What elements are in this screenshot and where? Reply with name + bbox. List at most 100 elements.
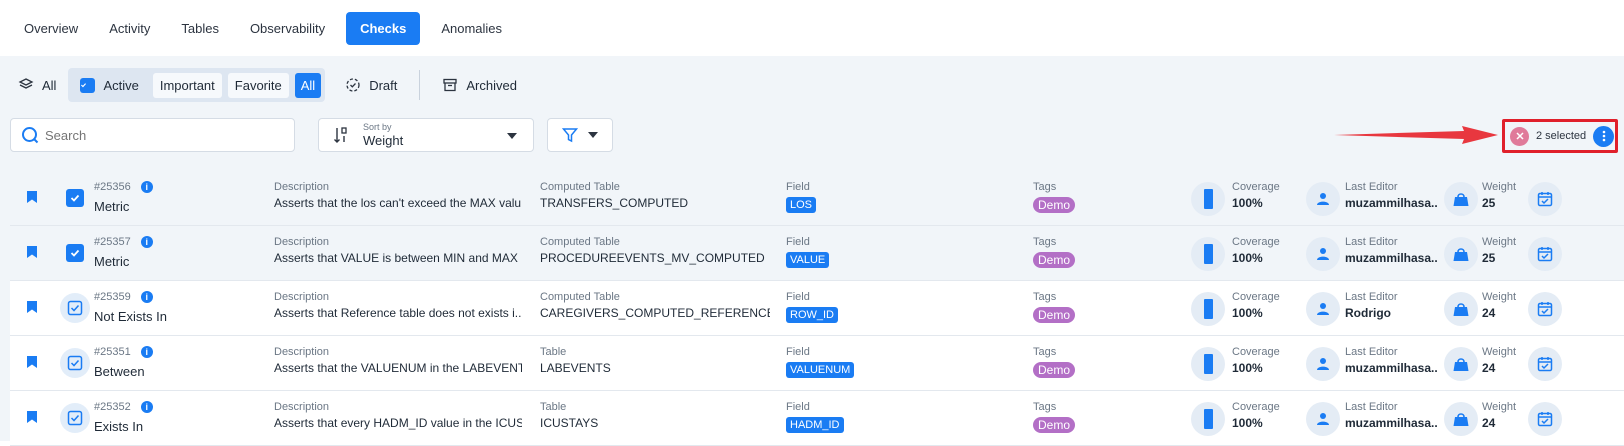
last-editor-label: Last Editor: [1345, 401, 1398, 413]
layers-icon: [18, 78, 34, 89]
weight-label: Weight: [1482, 236, 1517, 248]
row-checkbox[interactable]: [60, 293, 90, 323]
coverage-value: 100%: [1232, 196, 1263, 210]
more-vertical-icon: [1602, 130, 1605, 142]
last-editor-value: muzammilhasa...: [1345, 196, 1437, 210]
row-checkbox[interactable]: [60, 403, 90, 433]
info-icon[interactable]: i: [140, 401, 153, 413]
schedule-icon[interactable]: [1528, 347, 1562, 381]
tag-badge[interactable]: Demo: [1033, 362, 1076, 378]
description-label: Description: [274, 181, 330, 193]
field-label: Field: [786, 401, 810, 413]
field-label: Field: [786, 346, 810, 358]
last-editor-value: muzammilhasa...: [1345, 251, 1437, 265]
row-checkbox[interactable]: [60, 238, 90, 268]
info-icon[interactable]: i: [140, 346, 153, 358]
description-label: Description: [274, 291, 330, 303]
search-icon: [22, 127, 39, 144]
bulk-actions-button[interactable]: [1593, 125, 1615, 147]
schedule-icon[interactable]: [1528, 237, 1562, 271]
chevron-down-icon: [507, 133, 517, 139]
tag-badge[interactable]: Demo: [1033, 417, 1076, 433]
filter-all[interactable]: All: [10, 70, 64, 100]
weight-label: Weight: [1482, 181, 1517, 193]
tags-label: Tags: [1033, 346, 1057, 358]
weight-label: Weight: [1482, 401, 1517, 413]
tag-badge[interactable]: Demo: [1033, 197, 1076, 213]
tab-observability[interactable]: Observability: [240, 13, 335, 44]
coverage-icon: [1191, 292, 1225, 326]
check-square-icon: [67, 410, 83, 426]
selection-count: 2 selected: [1536, 130, 1587, 142]
tag-badge[interactable]: Demo: [1033, 252, 1076, 268]
description-label: Description: [274, 401, 330, 413]
bookmark-icon[interactable]: [27, 411, 37, 423]
check-row[interactable]: #25356 i Metric Description Asserts that …: [10, 171, 1624, 226]
coverage-icon: [1191, 237, 1225, 271]
tab-activity[interactable]: Activity: [99, 13, 160, 44]
table-name: TRANSFERS_COMPUTED: [540, 196, 689, 210]
clear-selection-button[interactable]: [1510, 126, 1529, 146]
coverage-label: Coverage: [1232, 346, 1280, 358]
row-checkbox[interactable]: [60, 183, 90, 213]
check-type: Metric: [94, 254, 130, 269]
check-row[interactable]: #25352 i Exists In Description Asserts th…: [10, 391, 1624, 446]
tag-badge[interactable]: Demo: [1033, 307, 1076, 323]
schedule-icon[interactable]: [1528, 292, 1562, 326]
filter-draft-label: Draft: [369, 77, 398, 93]
checks-list: #25356 i Metric Description Asserts that …: [10, 171, 1624, 446]
checkbox-checked-icon: [66, 189, 84, 207]
weight-value: 24: [1482, 361, 1496, 375]
tab-overview[interactable]: Overview: [14, 13, 88, 44]
filter-important[interactable]: Important: [152, 72, 222, 98]
tab-tables[interactable]: Tables: [171, 13, 229, 44]
bookmark-icon[interactable]: [27, 301, 37, 313]
sort-value: Weight: [363, 133, 404, 148]
last-editor-value: muzammilhasa...: [1345, 361, 1437, 375]
check-row[interactable]: #25357 i Metric Description Asserts that …: [10, 226, 1624, 281]
info-icon[interactable]: i: [140, 291, 153, 303]
sort-icon: [334, 127, 347, 143]
tags-label: Tags: [1033, 291, 1057, 303]
check-description: Asserts that the VALUENUM in the LABEVEN…: [274, 361, 522, 375]
search-input[interactable]: [45, 127, 275, 143]
weight-label: Weight: [1482, 291, 1517, 303]
weight-value: 24: [1482, 306, 1496, 320]
check-id: #25356: [94, 181, 131, 193]
table-name: CAREGIVERS_COMPUTED_REFERENCE: [540, 306, 770, 320]
last-editor-value: Rodrigo: [1345, 306, 1391, 320]
filter-draft[interactable]: Draft: [337, 70, 405, 100]
bookmark-icon[interactable]: [27, 356, 37, 368]
filter-archived[interactable]: Archived: [434, 70, 525, 100]
tab-anomalies[interactable]: Anomalies: [431, 13, 512, 44]
table-name: ICUSTAYS: [540, 416, 599, 430]
table-label: Computed Table: [540, 181, 620, 193]
filter-favorite[interactable]: Favorite: [227, 72, 289, 98]
selection-toolbar: 2 selected: [1502, 119, 1618, 153]
last-editor-value: muzammilhasa...: [1345, 416, 1437, 430]
weight-icon: [1444, 347, 1478, 381]
tab-bar: Overview Activity Tables Observability C…: [0, 0, 1624, 56]
field-badge: VALUENUM: [786, 362, 855, 378]
last-editor-label: Last Editor: [1345, 236, 1398, 248]
check-row[interactable]: #25359 i Not Exists In Description Assert…: [10, 281, 1624, 336]
bookmark-icon[interactable]: [27, 246, 37, 258]
filter-active[interactable]: Active: [72, 70, 146, 100]
annotation-arrow: [1334, 126, 1498, 144]
tab-checks[interactable]: Checks: [346, 11, 421, 45]
info-icon[interactable]: i: [140, 181, 153, 193]
filter-icon: [562, 128, 578, 143]
coverage-icon: [1191, 347, 1225, 381]
status-filter-bar: All Active Important Favorite All Draft …: [10, 68, 525, 102]
bookmark-icon[interactable]: [27, 191, 37, 203]
row-checkbox[interactable]: [60, 348, 90, 378]
sort-select[interactable]: Sort by Weight: [318, 118, 534, 152]
info-icon[interactable]: i: [140, 236, 153, 248]
schedule-icon[interactable]: [1528, 182, 1562, 216]
search-box[interactable]: [10, 118, 295, 152]
filter-button[interactable]: [547, 118, 613, 152]
user-icon: [1306, 292, 1340, 326]
schedule-icon[interactable]: [1528, 402, 1562, 436]
filter-group-all[interactable]: All: [294, 72, 322, 98]
check-row[interactable]: #25351 i Between Description Asserts that…: [10, 336, 1624, 391]
